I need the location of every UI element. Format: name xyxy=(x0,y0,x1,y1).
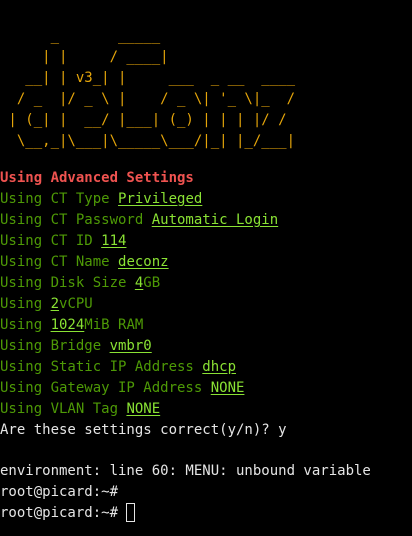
setting-row: Using Static IP Address dhcp xyxy=(0,357,236,378)
setting-row: Using Gateway IP Address NONE xyxy=(0,378,244,399)
setting-row: Using CT ID 114 xyxy=(0,231,126,252)
setting-label: Using CT Type xyxy=(0,191,119,207)
setting-suffix: MiB RAM xyxy=(84,317,144,333)
banner-line: __| | v3_| | ___ _ __ ____ xyxy=(0,70,296,86)
setting-value: deconz xyxy=(118,254,169,270)
terminal-window[interactable]: _ _____ | | / ____| __| | v3_| | ___ _ _… xyxy=(0,0,412,536)
setting-value: 114 xyxy=(101,233,127,249)
setting-row: Using CT Name deconz xyxy=(0,252,169,273)
setting-row: Using CT Password Automatic Login xyxy=(0,210,278,231)
setting-value: Privileged xyxy=(118,191,203,207)
setting-label: Using VLAN Tag xyxy=(0,401,127,417)
setting-row: Using 1024MiB RAM xyxy=(0,315,143,336)
prompt-text: root@picard:~# xyxy=(0,505,127,521)
setting-value: 1024 xyxy=(50,317,85,333)
setting-label: Using xyxy=(0,296,51,312)
shell-prompt-active[interactable]: root@picard:~# xyxy=(0,502,136,524)
setting-row: Using 2vCPU xyxy=(0,294,93,315)
setting-label: Using xyxy=(0,317,51,333)
setting-value: Automatic Login xyxy=(151,212,279,228)
shell-prompt: root@picard:~# xyxy=(0,482,126,503)
setting-suffix: vCPU xyxy=(59,296,93,312)
confirm-prompt: Are these settings correct(y/n)? y xyxy=(0,422,287,438)
setting-value: 2 xyxy=(50,296,60,312)
setting-label: Using Bridge xyxy=(0,338,110,354)
setting-label: Using Disk Size xyxy=(0,275,135,291)
setting-label: Using CT Name xyxy=(0,254,119,270)
error-message: environment: line 60: MENU: unbound vari… xyxy=(0,463,371,479)
setting-label: Using Static IP Address xyxy=(0,359,203,375)
setting-label: Using CT Password xyxy=(0,212,152,228)
prompt-text: root@picard:~# xyxy=(0,484,127,500)
setting-row: Using Bridge vmbr0 xyxy=(0,336,152,357)
advanced-settings-heading: Using Advanced Settings xyxy=(0,170,194,186)
setting-row: Using Disk Size 4GB xyxy=(0,273,160,294)
setting-value: dhcp xyxy=(202,359,237,375)
text-cursor[interactable] xyxy=(126,502,136,522)
banner-line: | (_| | __/ |___| (_) | | | |/ / xyxy=(0,112,287,128)
setting-value: NONE xyxy=(126,401,161,417)
setting-row: Using VLAN Tag NONE xyxy=(0,399,160,420)
banner-line: \__,_|\___|\_____\___/|_| |_/___| xyxy=(0,133,296,149)
banner-line: / _ |/ _ \ | / _ \| '_ \|_ / xyxy=(0,91,296,107)
setting-value: NONE xyxy=(210,380,245,396)
setting-label: Using CT ID xyxy=(0,233,102,249)
setting-value: vmbr0 xyxy=(109,338,152,354)
banner-line: _ _____ xyxy=(0,28,161,44)
setting-suffix: GB xyxy=(143,275,161,291)
banner-line: | | / ____| xyxy=(0,49,169,65)
setting-label: Using Gateway IP Address xyxy=(0,380,211,396)
setting-row: Using CT Type Privileged xyxy=(0,189,202,210)
